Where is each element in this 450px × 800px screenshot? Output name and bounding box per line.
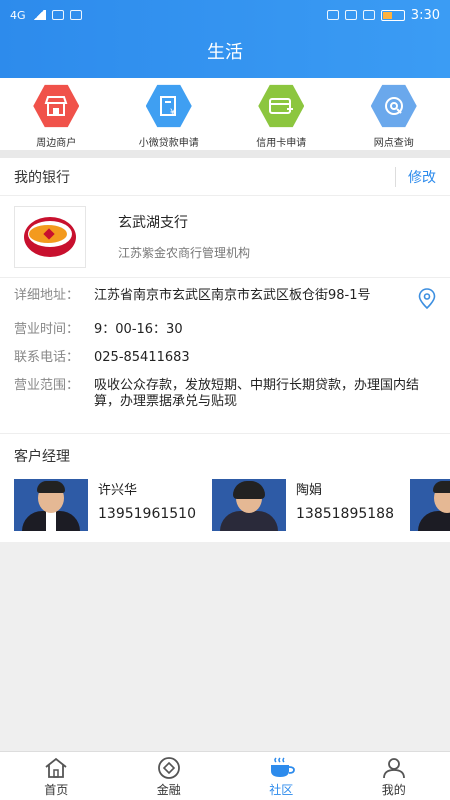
phone-value[interactable]: 025-85411683 (94, 350, 436, 366)
header: 4G 3:30 生活 (0, 0, 450, 78)
my-bank-title: 我的银行 (14, 169, 70, 186)
loan-icon: ¥ (145, 84, 192, 128)
network-label: 4G (10, 8, 26, 22)
my-bank-header: 我的银行 修改 (0, 158, 450, 196)
managers-title: 客户经理 (14, 449, 70, 465)
edit-button[interactable]: 修改 (395, 166, 436, 187)
detail-label: 联系电话： (14, 350, 80, 365)
page-title: 生活 (207, 42, 243, 63)
manager-card[interactable] (410, 479, 450, 536)
alarm-icon (344, 10, 357, 20)
manager-name: 陶娟 (296, 483, 323, 498)
wifi-icon (51, 10, 64, 20)
manager-phone[interactable]: 13951961510 (98, 506, 196, 522)
notification-icon (69, 10, 82, 20)
credit-card-icon (258, 84, 305, 128)
managers-list[interactable]: 许兴华 13951961510 陶娟 13851895188 (0, 466, 450, 536)
nfc-icon (326, 10, 339, 20)
bank-org: 江苏紫金农商行管理机构 (118, 246, 251, 260)
tab-mine[interactable]: 我的 (338, 752, 450, 800)
detail-label: 详细地址： (14, 288, 80, 303)
my-bank-card: 我的银行 修改 玄武湖支行 江苏紫金农商行管理机构 详细地址： 江苏省南京市玄武… (0, 158, 450, 542)
tab-label: 金融 (156, 783, 181, 797)
finance-icon (157, 757, 180, 779)
tab-finance[interactable]: 金融 (113, 752, 226, 800)
manager-card[interactable]: 陶娟 13851895188 (212, 479, 410, 536)
avatar (410, 479, 450, 531)
bank-details: 详细地址： 江苏省南京市玄武区南京市玄武区板仓街98-1号 营业时间： 9：00… (0, 278, 450, 434)
hours-value: 9：00-16：30 (94, 322, 183, 337)
quick-link-branch-search[interactable]: 网点查询 (338, 78, 450, 150)
tab-label: 我的 (381, 783, 406, 797)
tab-home[interactable]: 首页 (0, 752, 113, 800)
quick-link-label: 信用卡申请 (256, 138, 307, 149)
user-icon (382, 758, 405, 779)
detail-phone: 联系电话： 025-85411683 (14, 350, 436, 366)
section-divider (0, 150, 450, 158)
detail-label: 营业范围： (14, 378, 80, 393)
bank-name: 玄武湖支行 (118, 215, 188, 231)
avatar (14, 479, 88, 531)
manager-card[interactable]: 许兴华 13951961510 (14, 479, 212, 536)
quick-link-micro-loan[interactable]: ¥ 小微贷款申请 (113, 78, 226, 150)
quick-links: 周边商户 ¥ 小微贷款申请 信用卡申请 网点查询 (0, 78, 450, 150)
scope-value: 吸收公众存款，发放短期、中期行长期贷款，办理国内结算，办理票据承兑与贴现 (94, 378, 420, 409)
detail-label: 营业时间： (14, 322, 80, 337)
quick-link-label: 网点查询 (373, 138, 414, 149)
home-icon (45, 757, 67, 778)
quick-link-credit-card[interactable]: 信用卡申请 (225, 78, 338, 150)
svg-text:¥: ¥ (170, 108, 176, 117)
detail-scope: 营业范围： 吸收公众存款，发放短期、中期行长期贷款，办理国内结算，办理票据承兑与… (14, 378, 436, 410)
manager-phone[interactable]: 13851895188 (296, 506, 394, 522)
quick-link-label: 小微贷款申请 (138, 138, 199, 149)
status-bar: 4G 3:30 (0, 0, 450, 30)
shop-icon (33, 84, 80, 128)
avatar (212, 479, 286, 531)
bottom-nav: 首页 金融 社区 我的 (0, 751, 450, 800)
detail-hours: 营业时间： 9：00-16：30 (14, 322, 436, 338)
detail-address: 详细地址： 江苏省南京市玄武区南京市玄武区板仓街98-1号 (14, 288, 436, 310)
address-value: 江苏省南京市玄武区南京市玄武区板仓街98-1号 (94, 288, 371, 303)
quick-link-label: 周边商户 (36, 138, 77, 149)
branch-search-icon (370, 84, 417, 128)
tab-label: 社区 (269, 783, 294, 797)
coffee-icon (271, 757, 296, 777)
tab-label: 首页 (44, 783, 69, 797)
bank-summary[interactable]: 玄武湖支行 江苏紫金农商行管理机构 (0, 196, 450, 278)
bank-logo (14, 205, 86, 268)
status-time: 3:30 (410, 7, 440, 23)
location-pin-icon[interactable] (410, 288, 436, 310)
battery-icon (380, 9, 405, 21)
tab-community[interactable]: 社区 (225, 752, 338, 800)
quick-link-nearby-merchants[interactable]: 周边商户 (0, 78, 113, 150)
manager-name: 许兴华 (98, 483, 138, 498)
signal-icon (31, 10, 46, 20)
vibrate-icon (362, 10, 375, 20)
